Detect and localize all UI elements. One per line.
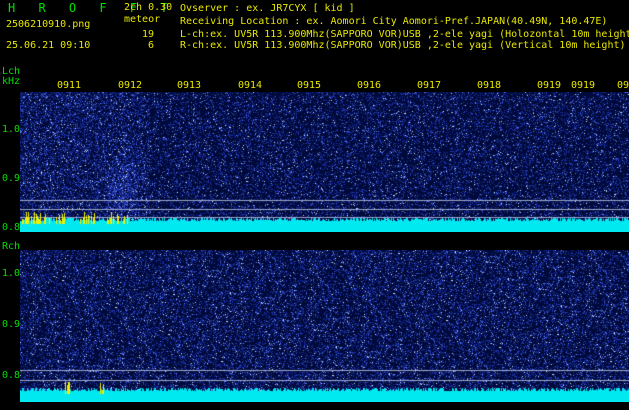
time-tick: 0919 bbox=[537, 80, 562, 91]
time-tick: 0919 bbox=[571, 80, 596, 91]
y-tick-label: 1.0 bbox=[2, 268, 21, 279]
time-tick: 0912 bbox=[118, 80, 143, 91]
y-tick-label: 0.9 bbox=[2, 319, 21, 330]
rch-receiver-info: R-ch:ex. UV5R 113.900Mhz(SAPPORO VOR)USB… bbox=[180, 40, 626, 51]
lch-unit: kHz bbox=[2, 76, 21, 87]
y-tick-label: 0.9 bbox=[2, 173, 21, 184]
filename-label: 2506210910.png bbox=[6, 19, 91, 30]
version-label: 2ch 0.30 bbox=[124, 2, 173, 13]
datetime-label: 25.06.21 09:10 bbox=[6, 40, 91, 51]
lch-spectrogram-canvas bbox=[20, 92, 629, 232]
time-tick: 0916 bbox=[357, 80, 382, 91]
time-tick: 0914 bbox=[238, 80, 263, 91]
time-tick: 0915 bbox=[297, 80, 322, 91]
location-info: Receiving Location : ex. Aomori City Aom… bbox=[180, 16, 608, 27]
time-tick: 0917 bbox=[417, 80, 442, 91]
rch-spectrogram-canvas bbox=[20, 250, 629, 402]
rch-label: Rch bbox=[2, 241, 21, 252]
meteor-label: meteor bbox=[124, 14, 161, 25]
observer-info: Ovserver : ex. JR7CYX [ kid ] bbox=[180, 3, 355, 14]
y-tick-label: 1.0 bbox=[2, 124, 21, 135]
time-tick: 09 bbox=[617, 80, 629, 91]
y-tick-label: 0.8 bbox=[2, 222, 21, 233]
lch-spectrogram bbox=[20, 92, 629, 232]
time-tick: 0918 bbox=[477, 80, 502, 91]
meteor-count-r: 6 bbox=[147, 40, 154, 51]
rch-spectrogram bbox=[20, 250, 629, 402]
time-tick: 0913 bbox=[177, 80, 202, 91]
time-tick: 0911 bbox=[57, 80, 82, 91]
y-tick-label: 0.8 bbox=[2, 370, 21, 381]
